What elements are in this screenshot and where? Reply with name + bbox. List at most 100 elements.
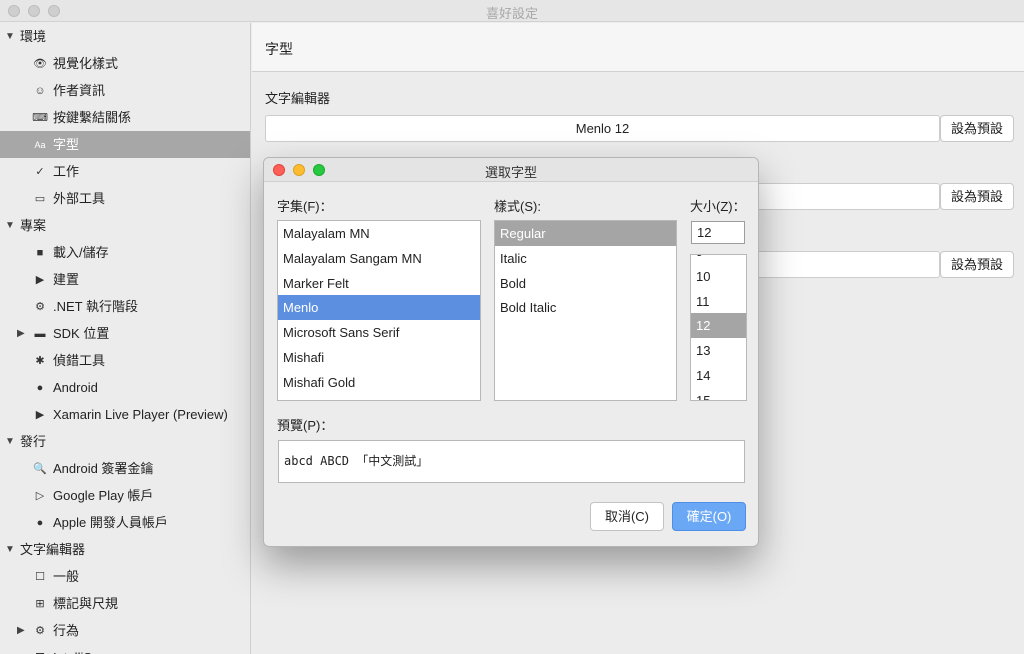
sidebar-item-label: 發行: [20, 434, 47, 449]
sidebar-item-label: SDK 位置: [53, 326, 110, 341]
sidebar-item-icon: ⚙: [35, 300, 45, 313]
sidebar-item-20[interactable]: ☐ 一般: [0, 563, 250, 590]
sidebar-category-19[interactable]: ▼ 文字編輯器: [0, 536, 250, 563]
family-list-item[interactable]: Menlo: [278, 295, 480, 321]
sidebar-item-icon: Aa: [34, 139, 46, 150]
pane-title: 字型: [252, 23, 1024, 72]
size-input[interactable]: 12: [691, 221, 745, 244]
sidebar-item-label: 文字編輯器: [20, 542, 86, 557]
sidebar-item-label: 標記與尺規: [53, 596, 119, 611]
family-list-item[interactable]: Mishafi: [278, 345, 480, 370]
sidebar-item-icon: ✱: [35, 354, 45, 367]
sidebar-item-label: 載入/儲存: [53, 245, 109, 260]
sidebar-item-12[interactable]: ✱ 偵錯工具: [0, 347, 250, 374]
sidebar-item-label: Xamarin Live Player (Preview): [53, 407, 228, 422]
sidebar-item-label: Android 簽署金鑰: [53, 461, 154, 476]
set-default-button-3[interactable]: 設為預設: [940, 251, 1014, 278]
sidebar-item-icon: ■: [36, 246, 44, 259]
dialog-titlebar: 選取字型: [264, 158, 758, 182]
sidebar-item-label: 作者資訊: [53, 83, 106, 98]
sidebar-item-18[interactable]: ● Apple 開發人員帳戶: [0, 509, 250, 536]
disclosure-expanded-icon[interactable]: ▼: [5, 212, 15, 239]
disclosure-expanded-icon[interactable]: ▼: [5, 23, 15, 50]
size-list-item[interactable]: 11: [691, 289, 746, 314]
size-list-item[interactable]: 12: [691, 313, 746, 339]
style-list-item[interactable]: Regular: [495, 221, 676, 246]
family-list-item[interactable]: Marker Felt: [278, 271, 480, 296]
sidebar-item-14[interactable]: ▶ Xamarin Live Player (Preview): [0, 401, 250, 428]
size-list-item[interactable]: 13: [691, 338, 746, 363]
window-title: 喜好設定: [485, 6, 538, 21]
sidebar-item-16[interactable]: 🔍 Android 簽署金鑰: [0, 455, 250, 482]
sidebar-item-4[interactable]: Aa 字型: [0, 131, 250, 158]
sidebar-item-5[interactable]: ✓ 工作: [0, 158, 250, 185]
family-list[interactable]: Malayalam MN Malayalam Sangam MN Marker Fe…: [277, 220, 481, 401]
family-list-item[interactable]: Malayalam Sangam MN: [278, 246, 480, 271]
style-list-item[interactable]: Bold: [495, 271, 676, 296]
sidebar-item-label: 行為: [53, 623, 80, 638]
sidebar-item-label: 建置: [53, 272, 80, 287]
select-font-dialog: 選取字型 字集(F)： 樣式(S): 大小(Z)： Malayalam MN Ma…: [263, 157, 759, 547]
sidebar-item-label: 環境: [20, 29, 47, 44]
size-list-item[interactable]: 15: [691, 388, 746, 400]
family-list-item[interactable]: Malayalam MN: [278, 221, 480, 246]
style-list-item[interactable]: Italic: [495, 246, 676, 271]
sidebar-item-9[interactable]: ▶ 建置: [0, 266, 250, 293]
sidebar-item-icon: ●: [36, 381, 44, 394]
set-default-button-1[interactable]: 設為預設: [940, 115, 1014, 142]
sidebar-item-label: IntelliSense: [53, 650, 120, 654]
dialog-title: 選取字型: [484, 165, 537, 180]
sidebar-item-21[interactable]: ⊞ 標記與尺規: [0, 590, 250, 617]
sidebar-category-7[interactable]: ▼ 專案: [0, 212, 250, 239]
style-label: 樣式(S):: [494, 199, 541, 214]
sidebar-item-icon: ✓: [35, 165, 45, 178]
preferences-sidebar: ▼ 環境 👁 視覺化樣式 ☺ 作者資訊 ⌨ 按鍵繫結關係 Aa 字型 ✓ 工作 ▭ 外部工具 ▼ 專案 ■ 載入/…: [0, 23, 251, 654]
disclosure-collapsed-icon[interactable]: ▶: [17, 617, 25, 644]
sidebar-item-label: .NET 執行階段: [53, 299, 138, 314]
sidebar-item-label: 專案: [20, 218, 47, 233]
sidebar-item-1[interactable]: 👁 視覺化樣式: [0, 50, 250, 77]
text-editor-font-field[interactable]: Menlo 12: [265, 115, 940, 142]
size-list-item[interactable]: 9: [691, 255, 746, 264]
size-label: 大小(Z)：: [690, 199, 746, 214]
sidebar-item-13[interactable]: ● Android: [0, 374, 250, 401]
sidebar-item-label: Google Play 帳戶: [53, 488, 154, 503]
size-list-item[interactable]: 10: [691, 264, 746, 289]
sidebar-item-icon: ▬: [34, 327, 46, 340]
style-list-item[interactable]: Bold Italic: [495, 295, 676, 320]
cancel-button[interactable]: 取消(C): [590, 502, 664, 531]
sidebar-category-0[interactable]: ▼ 環境: [0, 23, 250, 50]
sidebar-item-6[interactable]: ▭ 外部工具: [0, 185, 250, 212]
sidebar-item-icon: ⚙: [35, 624, 45, 637]
size-list-item[interactable]: 14: [691, 363, 746, 388]
sidebar-item-17[interactable]: ▷ Google Play 帳戶: [0, 482, 250, 509]
ok-button[interactable]: 確定(O): [672, 502, 746, 531]
sidebar-item-2[interactable]: ☺ 作者資訊: [0, 77, 250, 104]
sidebar-item-label: 一般: [53, 569, 80, 584]
sidebar-item-22[interactable]: ▶ ⚙ 行為: [0, 617, 250, 644]
sidebar-item-icon: 🔍: [33, 462, 47, 475]
disclosure-collapsed-icon[interactable]: ▶: [17, 320, 25, 347]
style-list[interactable]: Regular Italic Bold Bold Italic: [494, 220, 677, 401]
sidebar-item-icon: ⌨: [32, 111, 48, 124]
family-label: 字集(F)：: [277, 199, 333, 214]
family-list-item[interactable]: Microsoft Sans Serif: [278, 320, 480, 345]
size-list[interactable]: 9101112131415: [690, 254, 747, 401]
sidebar-item-3[interactable]: ⌨ 按鍵繫結關係: [0, 104, 250, 131]
sidebar-category-15[interactable]: ▼ 發行: [0, 428, 250, 455]
family-list-item[interactable]: Mishafi Gold: [278, 370, 480, 395]
sidebar-item-23[interactable]: ☰IntelliSense: [0, 644, 250, 654]
sidebar-item-label: Apple 開發人員帳戶: [53, 515, 168, 530]
sidebar-item-label: 視覺化樣式: [53, 56, 119, 71]
disclosure-expanded-icon[interactable]: ▼: [5, 428, 15, 455]
set-default-button-2[interactable]: 設為預設: [940, 183, 1014, 210]
sidebar-item-11[interactable]: ▶ ▬ SDK 位置: [0, 320, 250, 347]
sidebar-item-icon: ●: [36, 516, 44, 529]
sidebar-item-icon: ▶: [35, 273, 45, 286]
disclosure-expanded-icon[interactable]: ▼: [5, 536, 15, 563]
sidebar-item-10[interactable]: ⚙ .NET 執行階段: [0, 293, 250, 320]
sidebar-item-icon: ▷: [35, 489, 45, 502]
sidebar-item-icon: ▭: [34, 192, 46, 205]
preview-label: 預覽(P)：: [277, 418, 334, 433]
sidebar-item-8[interactable]: ■ 載入/儲存: [0, 239, 250, 266]
